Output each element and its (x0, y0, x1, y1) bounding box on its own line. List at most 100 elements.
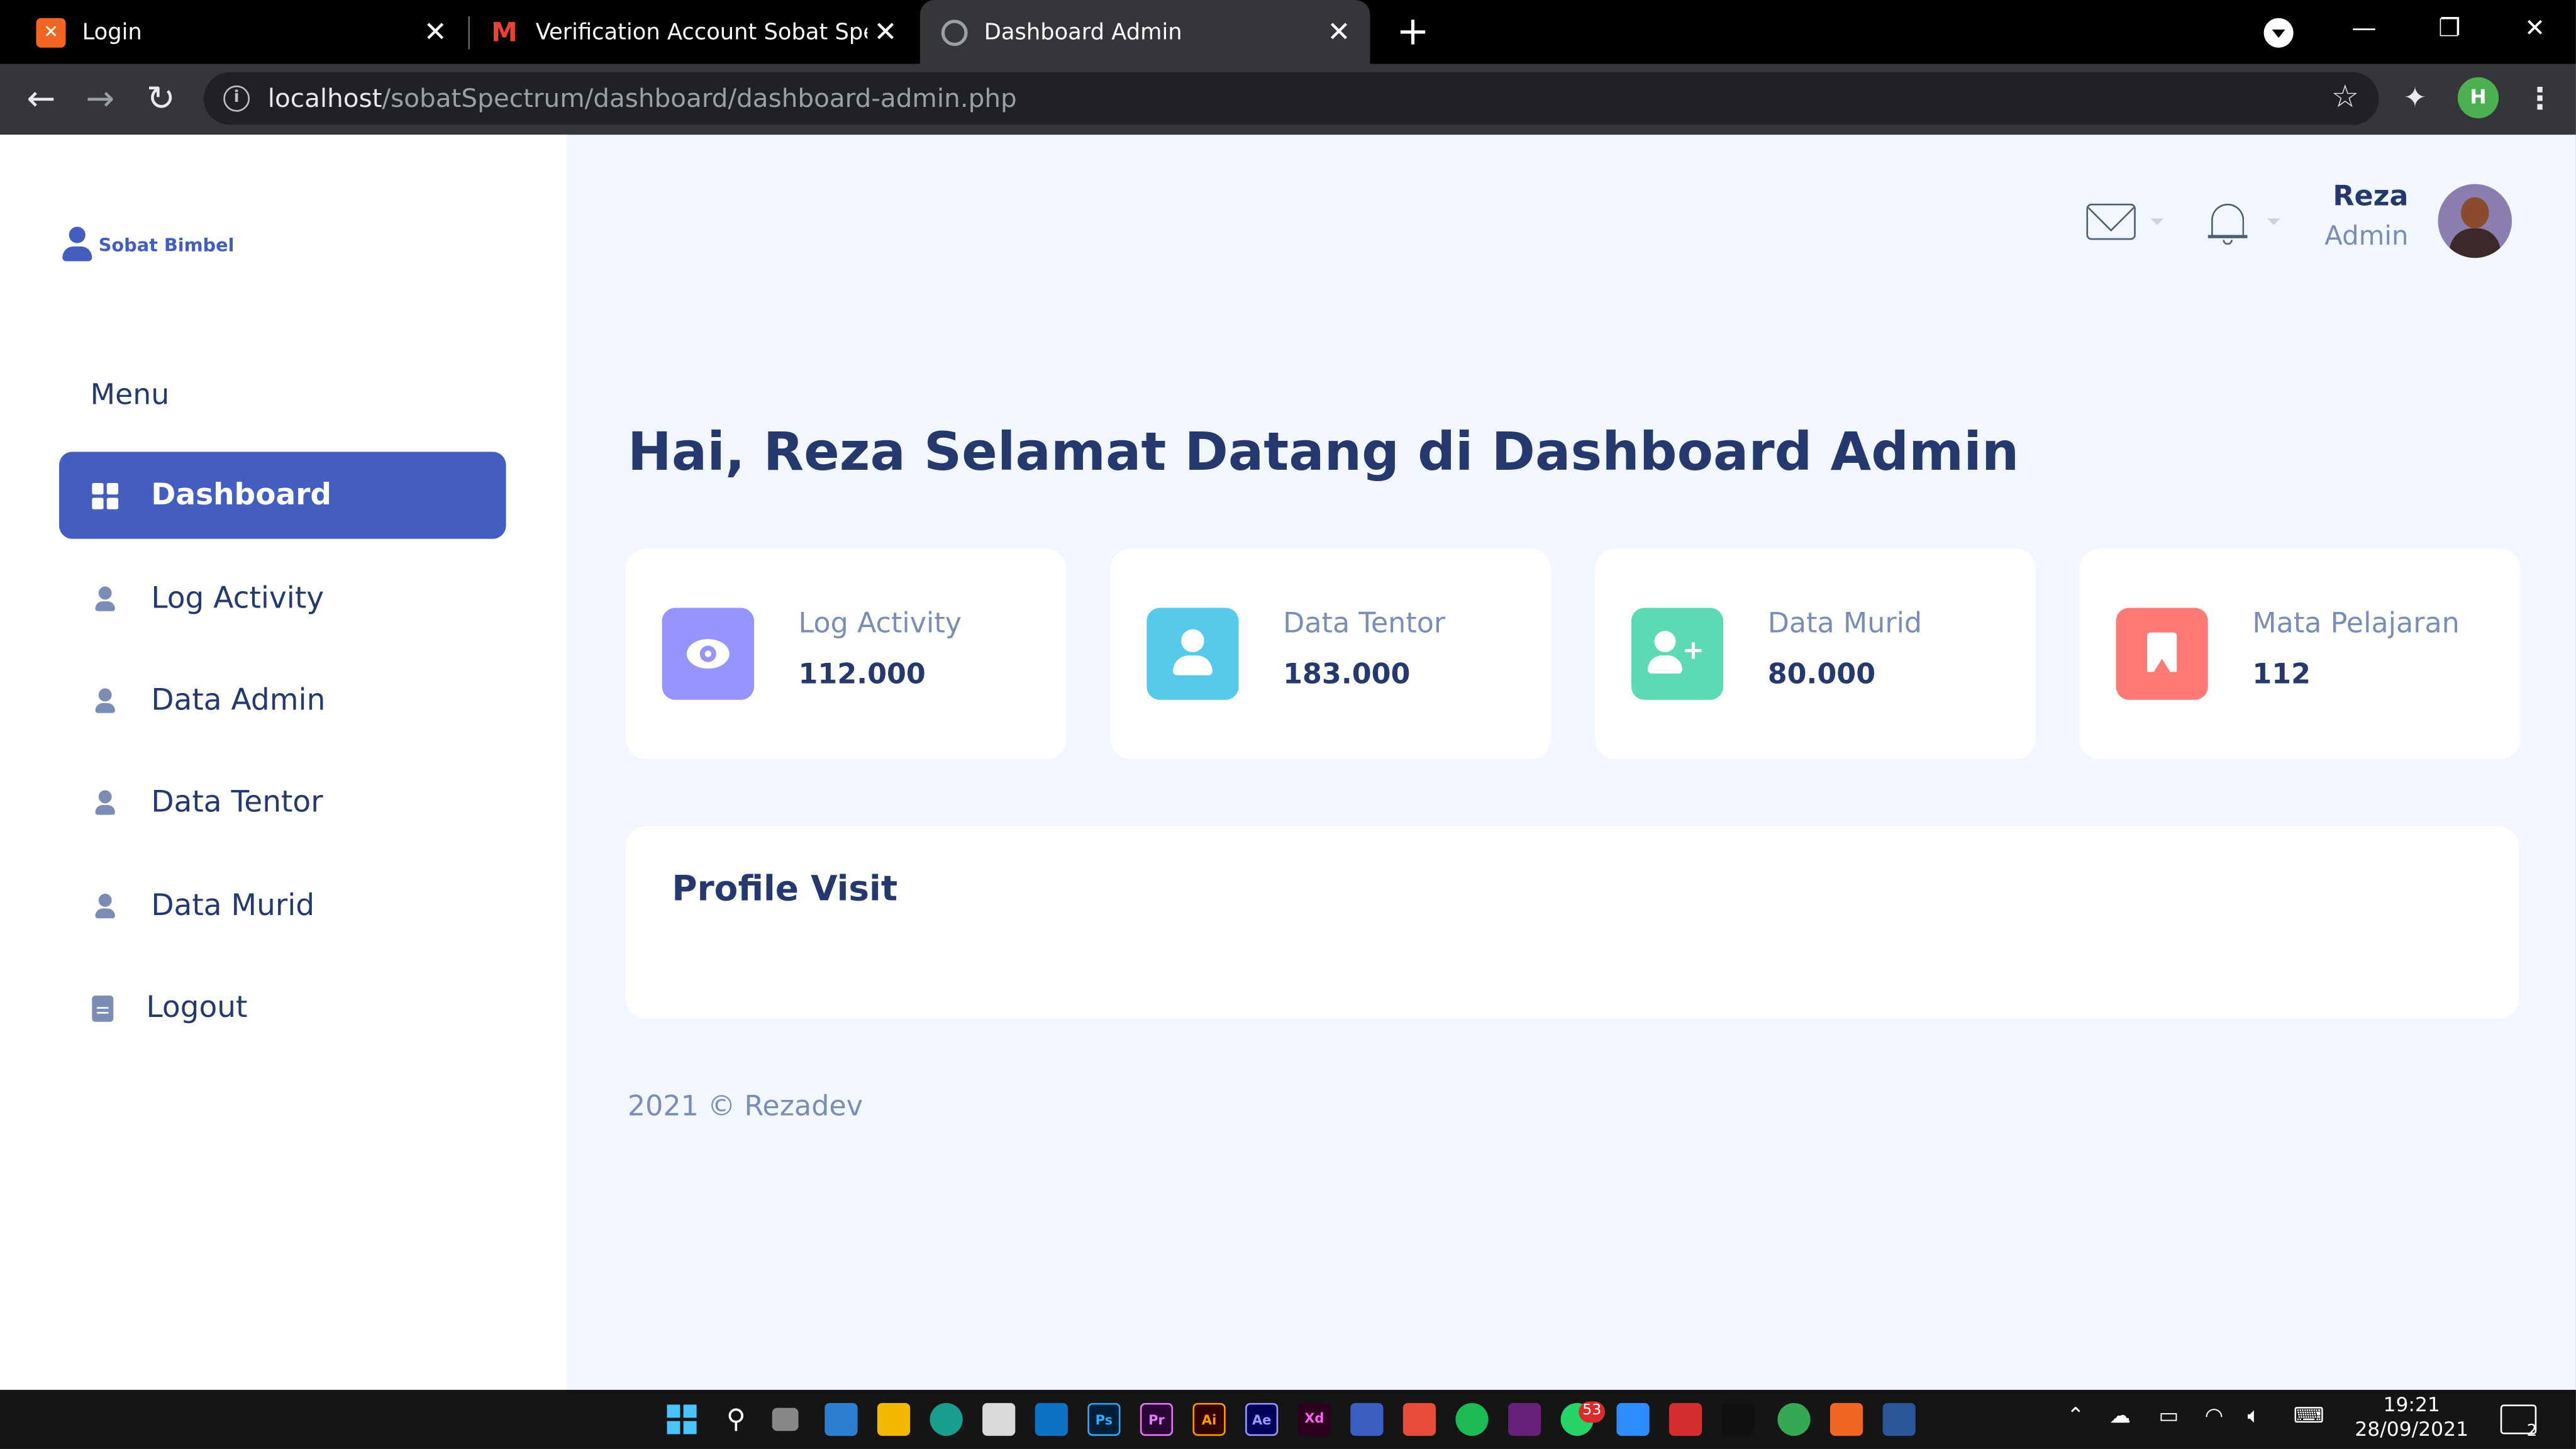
tab-dashboard-admin[interactable]: Dashboard Admin ✕ (919, 0, 1370, 64)
tiktok-icon[interactable] (1721, 1402, 1755, 1436)
site-info-icon[interactable]: i (223, 85, 250, 112)
stat-value: 183.000 (1283, 658, 1411, 692)
store-icon[interactable] (982, 1402, 1016, 1436)
sidebar-item-label: Logout (146, 991, 248, 1026)
dev-app-icon[interactable] (1350, 1402, 1384, 1436)
user-icon (1146, 608, 1239, 700)
stat-label: Mata Pelajaran (2252, 608, 2460, 641)
stat-label: Data Murid (1767, 608, 1923, 641)
forward-button[interactable]: → (77, 77, 123, 123)
edge-icon[interactable] (930, 1402, 963, 1436)
extensions-icon[interactable]: ✦ (2399, 82, 2431, 115)
person-icon (92, 586, 118, 612)
close-tab-icon[interactable]: ✕ (417, 16, 453, 48)
photoshop-icon[interactable]: Ps (1087, 1402, 1121, 1436)
visual-studio-icon[interactable] (1507, 1402, 1541, 1436)
word-icon[interactable] (1882, 1402, 1916, 1436)
avatar[interactable] (2438, 184, 2512, 258)
vscode-icon[interactable] (1035, 1402, 1068, 1436)
bookmark-icon (2116, 608, 2208, 700)
eye-icon (662, 608, 754, 700)
volume-icon[interactable]: 🔈︎ (2247, 1404, 2260, 1429)
sidebar-item-data-tentor[interactable]: Data Tentor (59, 759, 506, 846)
new-tab-button[interactable]: + (1393, 10, 1433, 55)
stat-card-log-activity: Log Activity 112.000 (626, 548, 1067, 759)
screen: ✕ Login ✕ M Verification Account Sobat S… (0, 0, 2576, 1449)
search-icon[interactable]: ⚲ (719, 1403, 752, 1436)
window-close-button[interactable]: ✕ (2494, 0, 2576, 59)
gmail-icon: M (491, 16, 518, 48)
stat-value: 80.000 (1767, 658, 1876, 692)
close-tab-icon[interactable]: ✕ (1321, 16, 1357, 48)
brand-logo[interactable]: Sobat Bimbel (61, 226, 235, 262)
stat-card-data-murid: + Data Murid 80.000 (1595, 548, 2036, 759)
tab-login[interactable]: ✕ Login ✕ (0, 0, 467, 64)
sidebar-item-log-activity[interactable]: Log Activity (59, 555, 506, 642)
illustrator-icon[interactable]: Ai (1192, 1402, 1226, 1436)
windows-start-icon[interactable] (665, 1403, 698, 1436)
xampp-icon[interactable] (1829, 1402, 1863, 1436)
sidebar-item-label: Data Admin (151, 683, 326, 718)
user-name[interactable]: Reza (2136, 180, 2408, 213)
widgets-icon[interactable] (824, 1402, 858, 1436)
file-explorer-icon[interactable] (877, 1402, 911, 1436)
sidebar-item-label: Log Activity (151, 581, 325, 616)
person-icon (92, 687, 118, 714)
profile-visit-card: Profile Visit (626, 826, 2519, 1019)
tab-search-icon[interactable] (2263, 18, 2294, 48)
user-plus-icon: + (1631, 608, 1724, 700)
task-view-icon[interactable] (772, 1407, 799, 1431)
mail-icon[interactable] (2086, 203, 2136, 240)
tray-chevron-icon[interactable]: ⌃ (2067, 1404, 2084, 1429)
globe-icon (941, 19, 968, 45)
sidebar-item-label: Data Murid (151, 889, 315, 924)
zoom-icon[interactable] (1616, 1402, 1650, 1436)
browser-profile-avatar[interactable]: H (2457, 77, 2499, 119)
xampp-icon: ✕ (36, 17, 66, 47)
notification-count: 2 (2526, 1423, 2538, 1441)
clock-time: 19:21 (2383, 1393, 2440, 1416)
restore-button[interactable]: ❐ (2408, 0, 2490, 59)
whatsapp-badge: 53 (1579, 1401, 1606, 1423)
media-app-icon[interactable] (1668, 1402, 1702, 1436)
reload-button[interactable]: ↻ (138, 77, 184, 123)
back-button[interactable]: ← (18, 77, 64, 123)
battery-icon[interactable]: ▭ (2158, 1404, 2179, 1429)
wifi-icon[interactable]: ◠ (2205, 1404, 2224, 1429)
profile-visit-title: Profile Visit (672, 869, 898, 909)
chrome-icon[interactable] (1777, 1402, 1811, 1436)
sidebar-item-logout[interactable]: Logout (59, 964, 506, 1051)
minimize-button[interactable]: — (2323, 0, 2406, 59)
page-title: Hai, Reza Selamat Datang di Dashboard Ad… (627, 420, 2019, 483)
stat-label: Data Tentor (1283, 608, 1446, 641)
footer-copyright: 2021 © Rezadev (627, 1091, 863, 1124)
brand-name: Sobat Bimbel (98, 234, 235, 256)
premiere-icon[interactable]: Pr (1140, 1402, 1174, 1436)
gitkraken-icon[interactable] (1455, 1402, 1489, 1436)
after-effects-icon[interactable]: Ae (1245, 1402, 1279, 1436)
sidebar-item-dashboard[interactable]: Dashboard (59, 452, 506, 539)
browser-toolbar: ← → ↻ i localhost/sobatSpectrum/dashboar… (0, 64, 2576, 135)
app-icon[interactable] (1402, 1402, 1436, 1436)
address-bar[interactable]: i localhost/sobatSpectrum/dashboard/dash… (203, 72, 2379, 125)
sidebar-item-data-admin[interactable]: Data Admin (59, 657, 506, 744)
xd-icon[interactable]: Xd (1297, 1402, 1331, 1436)
bookmark-star-icon[interactable]: ☆ (2331, 79, 2360, 114)
sidebar-item-label: Data Tentor (151, 785, 323, 820)
stat-value: 112.000 (798, 658, 926, 692)
url-text: localhost/sobatSpectrum/dashboard/dashbo… (268, 84, 1017, 113)
browser-tab-bar: ✕ Login ✕ M Verification Account Sobat S… (0, 0, 2576, 64)
tab-title: Login (82, 19, 142, 45)
sidebar-item-data-murid[interactable]: Data Murid (59, 862, 506, 949)
tab-verification[interactable]: M Verification Account Sobat Spectrum ✕ (470, 0, 917, 64)
windows-taskbar: ⚲ Ps Pr Ai Ae Xd (0, 1389, 2576, 1449)
onedrive-icon[interactable]: ☁ (2109, 1404, 2131, 1429)
keyboard-icon[interactable]: ⌨ (2294, 1404, 2324, 1429)
grid-icon (92, 482, 119, 509)
browser-menu-icon[interactable]: ⋮ (2525, 82, 2555, 117)
menu-title: Menu (90, 379, 170, 413)
stat-card-data-tentor: Data Tentor 183.000 (1110, 548, 1551, 759)
sidebar-item-label: Dashboard (151, 478, 332, 513)
close-tab-icon[interactable]: ✕ (867, 16, 903, 48)
taskbar-clock[interactable]: 19:21 28/09/2021 (2333, 1393, 2490, 1442)
